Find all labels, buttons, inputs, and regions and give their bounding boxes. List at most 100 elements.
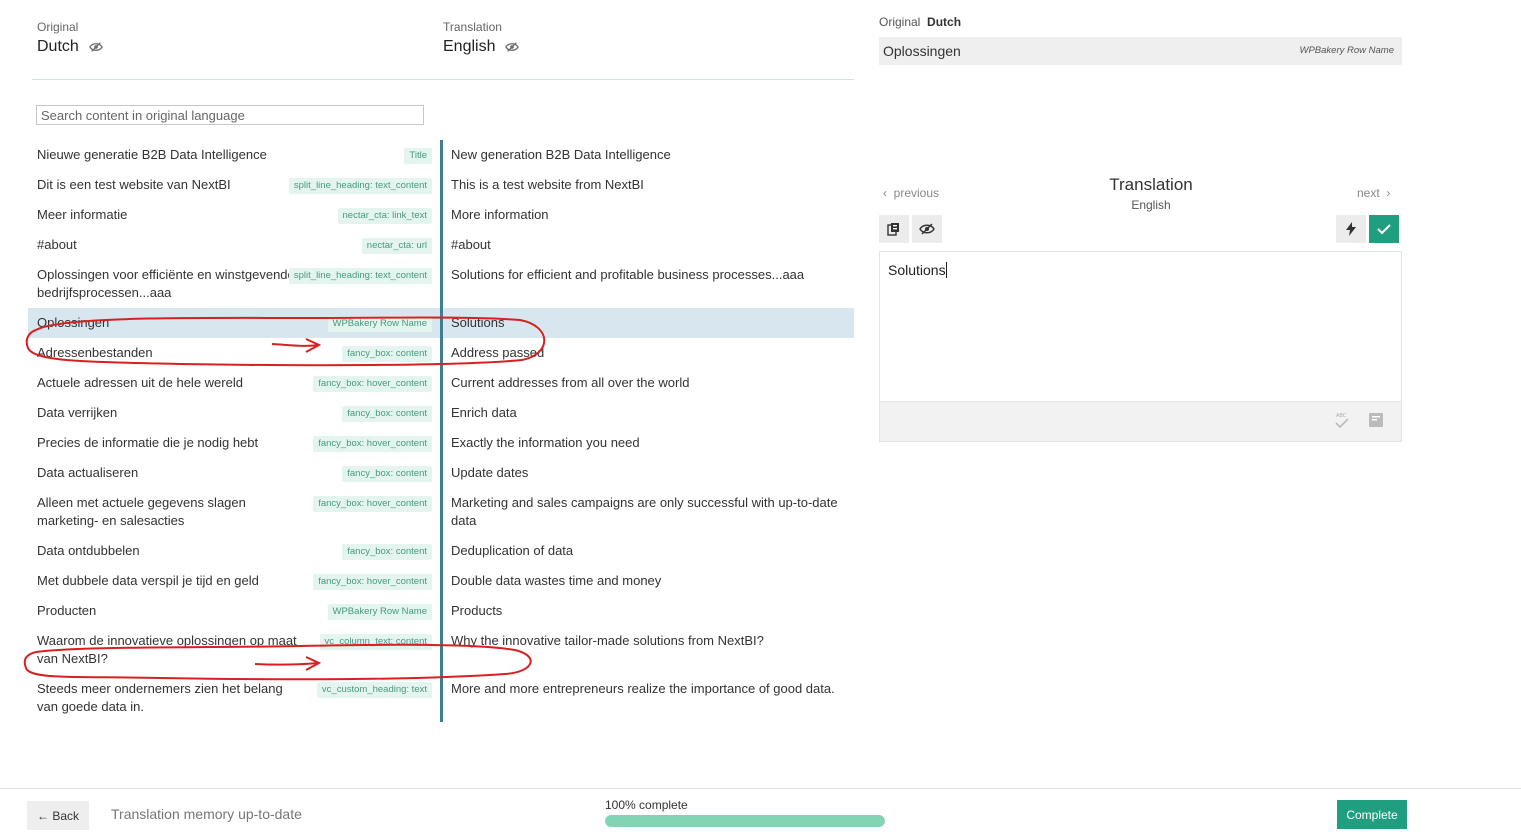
back-button[interactable]: ← Back — [27, 801, 89, 830]
translation-text: Solutions — [451, 315, 505, 330]
original-text: Precies de informatie die je nodig hebt — [37, 435, 259, 450]
translation-language: English — [443, 38, 520, 56]
table-row[interactable]: Data verrijken fancy_box: content Enrich d… — [28, 398, 854, 428]
search-input[interactable] — [36, 105, 424, 125]
original-text: Oplossingen — [37, 315, 110, 330]
original-language: Dutch — [37, 38, 103, 56]
original-cell: Data verrijken fancy_box: content — [28, 398, 440, 428]
next-label: next — [1357, 186, 1380, 200]
original-language-label: Dutch — [37, 38, 79, 55]
table-row[interactable]: Waarom de innovatieve oplossingen op maa… — [28, 626, 854, 674]
original-cell: Adressenbestanden fancy_box: content — [28, 338, 440, 368]
original-cell: Dit is een test website van NextBI split_… — [28, 170, 440, 200]
table-row[interactable]: Alleen met actuele gegevens slagen marke… — [28, 488, 854, 536]
translation-text: More information — [451, 207, 549, 222]
context-tag: WPBakery Row Name — [327, 316, 432, 332]
translation-text: Solutions for efficient and profitable b… — [451, 267, 805, 282]
context-tag: fancy_box: content — [342, 406, 432, 422]
translation-text: More and more entrepreneurs realize the … — [451, 681, 835, 696]
context-tag: fancy_box: content — [342, 466, 432, 482]
context-tag: Title — [404, 148, 432, 164]
table-row[interactable]: Actuele adressen uit de hele wereld fancy… — [28, 368, 854, 398]
table-row[interactable]: Nieuwe generatie B2B Data Intelligence Ti… — [28, 140, 854, 170]
translation-text: Products — [451, 603, 503, 618]
string-list: Nieuwe generatie B2B Data Intelligence Ti… — [28, 140, 854, 722]
table-row[interactable]: Data ontdubbelen fancy_box: content Dedupl… — [28, 536, 854, 566]
context-tag: vc_custom_heading: text — [316, 682, 432, 698]
original-cell: #about nectar_cta: url — [28, 230, 440, 260]
eye-slash-icon — [919, 223, 935, 235]
table-row[interactable]: Adressenbestanden fancy_box: content Addre… — [28, 338, 854, 368]
translation-editor[interactable]: Solutions ABC — [879, 251, 1402, 442]
copy-original-button[interactable] — [879, 215, 909, 243]
header-divider — [32, 79, 854, 80]
context-tag: WPBakery Row Name — [327, 604, 432, 620]
table-row[interactable]: #about nectar_cta: url #about — [28, 230, 854, 260]
eye-slash-icon[interactable] — [88, 41, 103, 53]
table-row[interactable]: Steeds meer ondernemers zien het belang … — [28, 674, 854, 722]
original-text: Producten — [37, 603, 97, 618]
table-row[interactable]: Oplossingen WPBakery Row Name Solutions — [28, 308, 854, 338]
translation-text: Deduplication of data — [451, 543, 574, 558]
previous-button[interactable]: ‹ previous — [883, 186, 939, 200]
table-row[interactable]: Data actualiseren fancy_box: content Updat… — [28, 458, 854, 488]
context-tag: split_line_heading: text_content — [288, 268, 432, 284]
original-caption: Original — [37, 20, 79, 34]
machine-translate-button[interactable] — [1336, 215, 1366, 243]
chevron-right-icon: › — [1386, 186, 1391, 200]
table-row[interactable]: Oplossingen voor efficiënte en winstgeve… — [28, 260, 854, 308]
translation-language-label: English — [443, 38, 496, 55]
original-text: Met dubbele data verspil je tijd en geld — [37, 573, 259, 588]
original-text: Oplossingen voor efficiënte en winstgeve… — [37, 267, 295, 300]
original-text: Data verrijken — [37, 405, 118, 420]
translation-text: #about — [451, 237, 491, 252]
table-row[interactable]: Dit is een test website van NextBI split_… — [28, 170, 854, 200]
original-cell: Data ontdubbelen fancy_box: content — [28, 536, 440, 566]
table-row[interactable]: Meer informatie nectar_cta: link_text More… — [28, 200, 854, 230]
translation-subtitle: English — [1131, 198, 1171, 212]
original-text-box: Oplossingen WPBakery Row Name — [879, 37, 1402, 65]
svg-text:ABC: ABC — [1336, 413, 1347, 419]
original-text: Data actualiseren — [37, 465, 139, 480]
spellcheck-icon[interactable]: ABC — [1333, 411, 1351, 429]
original-text: Steeds meer ondernemers zien het belang … — [37, 681, 283, 714]
translation-text: Address passed — [451, 345, 545, 360]
right-original-language: Dutch — [927, 15, 962, 29]
table-row[interactable]: Met dubbele data verspil je tijd en geld… — [28, 566, 854, 596]
save-translation-button[interactable] — [1369, 215, 1399, 243]
glossary-icon[interactable] — [1368, 412, 1384, 428]
chevron-left-icon: ‹ — [883, 186, 887, 200]
translation-text: Exactly the information you need — [451, 435, 640, 450]
original-cell: Steeds meer ondernemers zien het belang … — [28, 674, 440, 722]
translation-text: Why the innovative tailor-made solutions… — [451, 633, 764, 648]
original-cell: Met dubbele data verspil je tijd en geld… — [28, 566, 440, 596]
context-tag: fancy_box: hover_content — [313, 436, 432, 452]
translation-text: Marketing and sales campaigns are only s… — [451, 495, 838, 528]
original-text: Data ontdubbelen — [37, 543, 140, 558]
original-cell: Oplossingen WPBakery Row Name — [28, 308, 440, 338]
original-cell: Oplossingen voor efficiënte en winstgeve… — [28, 260, 440, 308]
bottom-bar: ← Back Translation memory up-to-date 100… — [0, 788, 1521, 836]
context-tag: split_line_heading: text_content — [288, 178, 432, 194]
toggle-visibility-button[interactable] — [912, 215, 942, 243]
original-text: Waarom de innovatieve oplossingen op maa… — [37, 633, 297, 666]
original-text: Adressenbestanden — [37, 345, 153, 360]
checkmark-icon — [1377, 224, 1391, 235]
complete-button[interactable]: Complete — [1337, 800, 1407, 829]
original-text: #about — [37, 237, 77, 252]
original-context-tag: WPBakery Row Name — [1299, 45, 1395, 56]
original-text: Dit is een test website van NextBI — [37, 177, 231, 192]
original-text: Oplossingen — [883, 43, 961, 59]
translation-text: This is a test website from NextBI — [451, 177, 644, 192]
next-button[interactable]: next › — [1357, 186, 1390, 200]
original-cell: Producten WPBakery Row Name — [28, 596, 440, 626]
eye-slash-icon[interactable] — [505, 41, 520, 53]
table-row[interactable]: Producten WPBakery Row Name Products — [28, 596, 854, 626]
context-tag: nectar_cta: url — [361, 238, 432, 254]
original-cell: Meer informatie nectar_cta: link_text — [28, 200, 440, 230]
context-tag: nectar_cta: link_text — [337, 208, 432, 224]
progress-bar — [605, 815, 885, 827]
original-cell: Alleen met actuele gegevens slagen marke… — [28, 488, 440, 536]
table-row[interactable]: Precies de informatie die je nodig hebt f… — [28, 428, 854, 458]
translation-editor-text[interactable]: Solutions — [888, 262, 947, 278]
